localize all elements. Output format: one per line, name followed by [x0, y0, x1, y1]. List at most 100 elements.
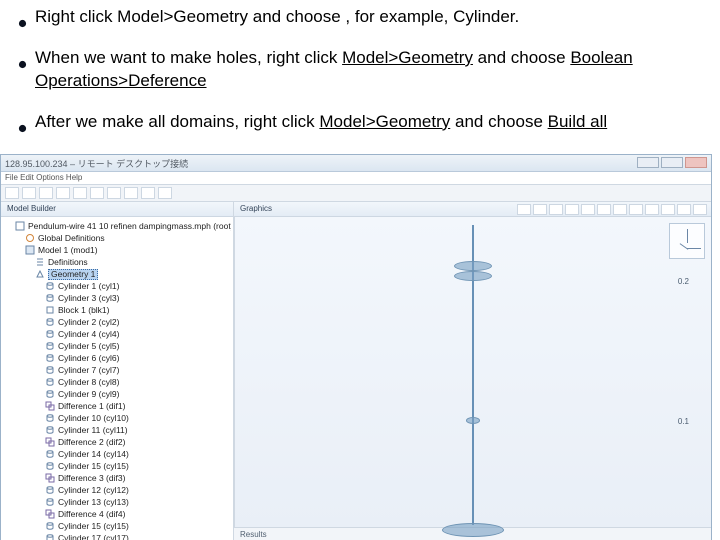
cylinder-icon — [45, 461, 55, 471]
geometry-disk-mid — [466, 417, 480, 424]
cylinder-icon — [45, 317, 55, 327]
cylinder-icon — [45, 341, 55, 351]
graphics-header-label: Graphics — [240, 202, 272, 216]
tree-geom-item-label: Cylinder 3 (cyl3) — [58, 292, 119, 304]
tree-global-def[interactable]: Global Definitions — [5, 232, 231, 244]
tree-geom-item[interactable]: Cylinder 3 (cyl3) — [5, 292, 231, 304]
axis-label-z-mid: 0.1 — [678, 417, 689, 426]
graphics-panel: Graphics — [234, 202, 711, 540]
toolbar-button[interactable] — [90, 187, 104, 199]
tree-geom-item[interactable]: Difference 4 (dif4) — [5, 508, 231, 520]
maximize-button[interactable] — [661, 157, 683, 168]
cylinder-icon — [45, 389, 55, 399]
tree-geom-item[interactable]: Cylinder 11 (cyl11) — [5, 424, 231, 436]
tree-geom-item[interactable]: Cylinder 2 (cyl2) — [5, 316, 231, 328]
tree-geom-item[interactable]: Cylinder 5 (cyl5) — [5, 340, 231, 352]
tree-geom-item-label: Cylinder 10 (cyl10) — [58, 412, 129, 424]
tree-definitions-label: Definitions — [48, 256, 88, 268]
tree-geom-item-label: Cylinder 9 (cyl9) — [58, 388, 119, 400]
tree-geom-item[interactable]: Cylinder 10 (cyl10) — [5, 412, 231, 424]
tree-geom-item[interactable]: Cylinder 13 (cyl13) — [5, 496, 231, 508]
tree-geom-item-label: Cylinder 12 (cyl12) — [58, 484, 129, 496]
difference-icon — [45, 473, 55, 483]
tree-geom-item[interactable]: Cylinder 4 (cyl4) — [5, 328, 231, 340]
tree-geom-item[interactable]: Difference 2 (dif2) — [5, 436, 231, 448]
tree-root[interactable]: Pendulum-wire 41 10 refinen dampingmass.… — [5, 220, 231, 232]
view-tool-button[interactable] — [549, 204, 563, 215]
toolbar-button[interactable] — [5, 187, 19, 199]
tree-geom-item[interactable]: Cylinder 14 (cyl14) — [5, 448, 231, 460]
tree-geom-item[interactable]: Cylinder 9 (cyl9) — [5, 388, 231, 400]
toolbar-button[interactable] — [124, 187, 138, 199]
tree-geom-item[interactable]: Cylinder 8 (cyl8) — [5, 376, 231, 388]
tree-geom-item-label: Cylinder 15 (cyl15) — [58, 460, 129, 472]
document-icon — [15, 221, 25, 231]
view-tool-button[interactable] — [517, 204, 531, 215]
cylinder-icon — [45, 521, 55, 531]
tree-geom-item[interactable]: Cylinder 12 (cyl12) — [5, 484, 231, 496]
minimize-button[interactable] — [637, 157, 659, 168]
window-titlebar: 128.95.100.234 – リモート デスクトップ接続 — [1, 155, 711, 172]
toolbar-button[interactable] — [107, 187, 121, 199]
view-tool-button[interactable] — [661, 204, 675, 215]
model-tree[interactable]: Pendulum-wire 41 10 refinen dampingmass.… — [1, 217, 233, 540]
tree-geom-item-label: Cylinder 1 (cyl1) — [58, 280, 119, 292]
bullet-2-underline-1: Model>Geometry — [342, 48, 473, 67]
close-button[interactable] — [685, 157, 707, 168]
model-builder-panel: Model Builder Pendulum-wire 41 10 refine… — [1, 202, 234, 540]
tree-model[interactable]: Model 1 (mod1) — [5, 244, 231, 256]
view-tool-button[interactable] — [693, 204, 707, 215]
tree-geometry-label: Geometry 1 — [48, 269, 98, 280]
toolbar-button[interactable] — [158, 187, 172, 199]
graphics-header: Graphics — [234, 202, 711, 217]
tree-geom-item[interactable]: Block 1 (blk1) — [5, 304, 231, 316]
geometry-disk-upper2 — [454, 271, 492, 281]
cylinder-icon — [45, 449, 55, 459]
app-menubar[interactable]: File Edit Options Help — [1, 172, 711, 185]
tree-geom-item-label: Cylinder 13 (cyl13) — [58, 496, 129, 508]
toolbar-button[interactable] — [22, 187, 36, 199]
globe-icon — [25, 233, 35, 243]
tree-geom-item[interactable]: Cylinder 15 (cyl15) — [5, 460, 231, 472]
tree-geom-item-label: Cylinder 7 (cyl7) — [58, 364, 119, 376]
view-tool-button[interactable] — [533, 204, 547, 215]
bullet-dot-icon — [18, 12, 27, 21]
view-tool-button[interactable] — [629, 204, 643, 215]
view-tool-button[interactable] — [645, 204, 659, 215]
tree-geom-item[interactable]: Cylinder 1 (cyl1) — [5, 280, 231, 292]
view-tool-button[interactable] — [565, 204, 579, 215]
tree-geom-item[interactable]: Cylinder 6 (cyl6) — [5, 352, 231, 364]
toolbar-button[interactable] — [56, 187, 70, 199]
bullet-3: After we make all domains, right click M… — [18, 111, 706, 134]
app-toolbar — [1, 185, 711, 202]
bullet-1: Right click Model>Geometry and choose , … — [18, 6, 706, 29]
def-icon — [35, 257, 45, 267]
view-tool-button[interactable] — [613, 204, 627, 215]
toolbar-button[interactable] — [141, 187, 155, 199]
bullet-2-text: When we want to make holes, right click … — [35, 47, 706, 93]
axis-orientation-widget[interactable] — [669, 223, 705, 259]
bullet-1-text: Right click Model>Geometry and choose , … — [35, 6, 706, 29]
tree-definitions[interactable]: Definitions — [5, 256, 231, 268]
view-tool-button[interactable] — [677, 204, 691, 215]
cylinder-icon — [45, 365, 55, 375]
tree-geom-item[interactable]: Difference 3 (dif3) — [5, 472, 231, 484]
tree-geom-item[interactable]: Cylinder 7 (cyl7) — [5, 364, 231, 376]
tree-geom-item-label: Cylinder 2 (cyl2) — [58, 316, 119, 328]
view-tool-button[interactable] — [597, 204, 611, 215]
tree-geom-item[interactable]: Cylinder 15 (cyl15) — [5, 520, 231, 532]
toolbar-button[interactable] — [73, 187, 87, 199]
tree-geom-item-label: Cylinder 5 (cyl5) — [58, 340, 119, 352]
axis-z — [680, 243, 689, 250]
tree-geometry[interactable]: Geometry 1 — [5, 268, 231, 280]
window-title-text: 128.95.100.234 – リモート デスクトップ接続 — [5, 157, 188, 170]
toolbar-button[interactable] — [39, 187, 53, 199]
tree-geom-item[interactable]: Difference 1 (dif1) — [5, 400, 231, 412]
graphics-canvas[interactable]: 0.2 0.1 0.05 0 0.01 — [234, 217, 711, 527]
axis-x — [687, 248, 701, 249]
geometry-disk-upper — [454, 261, 492, 271]
view-tool-button[interactable] — [581, 204, 595, 215]
difference-icon — [45, 437, 55, 447]
tree-geom-item[interactable]: Cylinder 17 (cyl17) — [5, 532, 231, 540]
tree-geom-item-label: Difference 4 (dif4) — [58, 508, 125, 520]
